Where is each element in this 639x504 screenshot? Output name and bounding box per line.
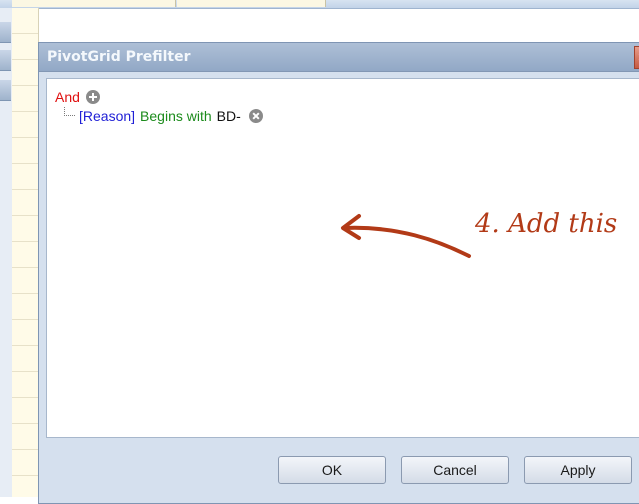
dialog-title: PivotGrid Prefilter bbox=[47, 49, 191, 65]
background-panel-tab bbox=[0, 50, 11, 71]
remove-circle-icon[interactable] bbox=[248, 109, 263, 123]
annotation-arrow-icon bbox=[341, 214, 471, 258]
tree-connector bbox=[64, 107, 75, 116]
background-app-toolbar bbox=[0, 0, 639, 9]
condition-field[interactable]: [Reason] bbox=[79, 108, 135, 124]
ok-button[interactable]: OK bbox=[278, 456, 386, 484]
background-panel-tab bbox=[0, 22, 11, 43]
close-button[interactable]: ✕ bbox=[634, 46, 639, 69]
cancel-button[interactable]: Cancel bbox=[401, 456, 509, 484]
background-grid-header-cell bbox=[12, 0, 176, 7]
condition-operator[interactable]: Begins with bbox=[140, 108, 212, 124]
apply-button[interactable]: Apply bbox=[524, 456, 632, 484]
background-panel-tab bbox=[0, 80, 11, 101]
condition-row: [Reason] Begins with BD- bbox=[79, 107, 263, 125]
plus-circle-icon[interactable] bbox=[85, 90, 100, 104]
group-operator[interactable]: And bbox=[55, 89, 80, 105]
condition-value[interactable]: BD- bbox=[217, 108, 241, 124]
background-grid bbox=[12, 8, 39, 497]
group-row: And bbox=[55, 88, 100, 106]
prefilter-dialog: PivotGrid Prefilter ✕ And [Reason] Begin… bbox=[38, 42, 639, 504]
background-grid-header-cell bbox=[177, 0, 326, 7]
annotation-text: 4. Add this bbox=[475, 209, 618, 239]
dialog-titlebar[interactable]: PivotGrid Prefilter ✕ bbox=[39, 43, 639, 72]
filter-editor[interactable]: And [Reason] Begins with BD- 4. Add this bbox=[46, 78, 639, 438]
